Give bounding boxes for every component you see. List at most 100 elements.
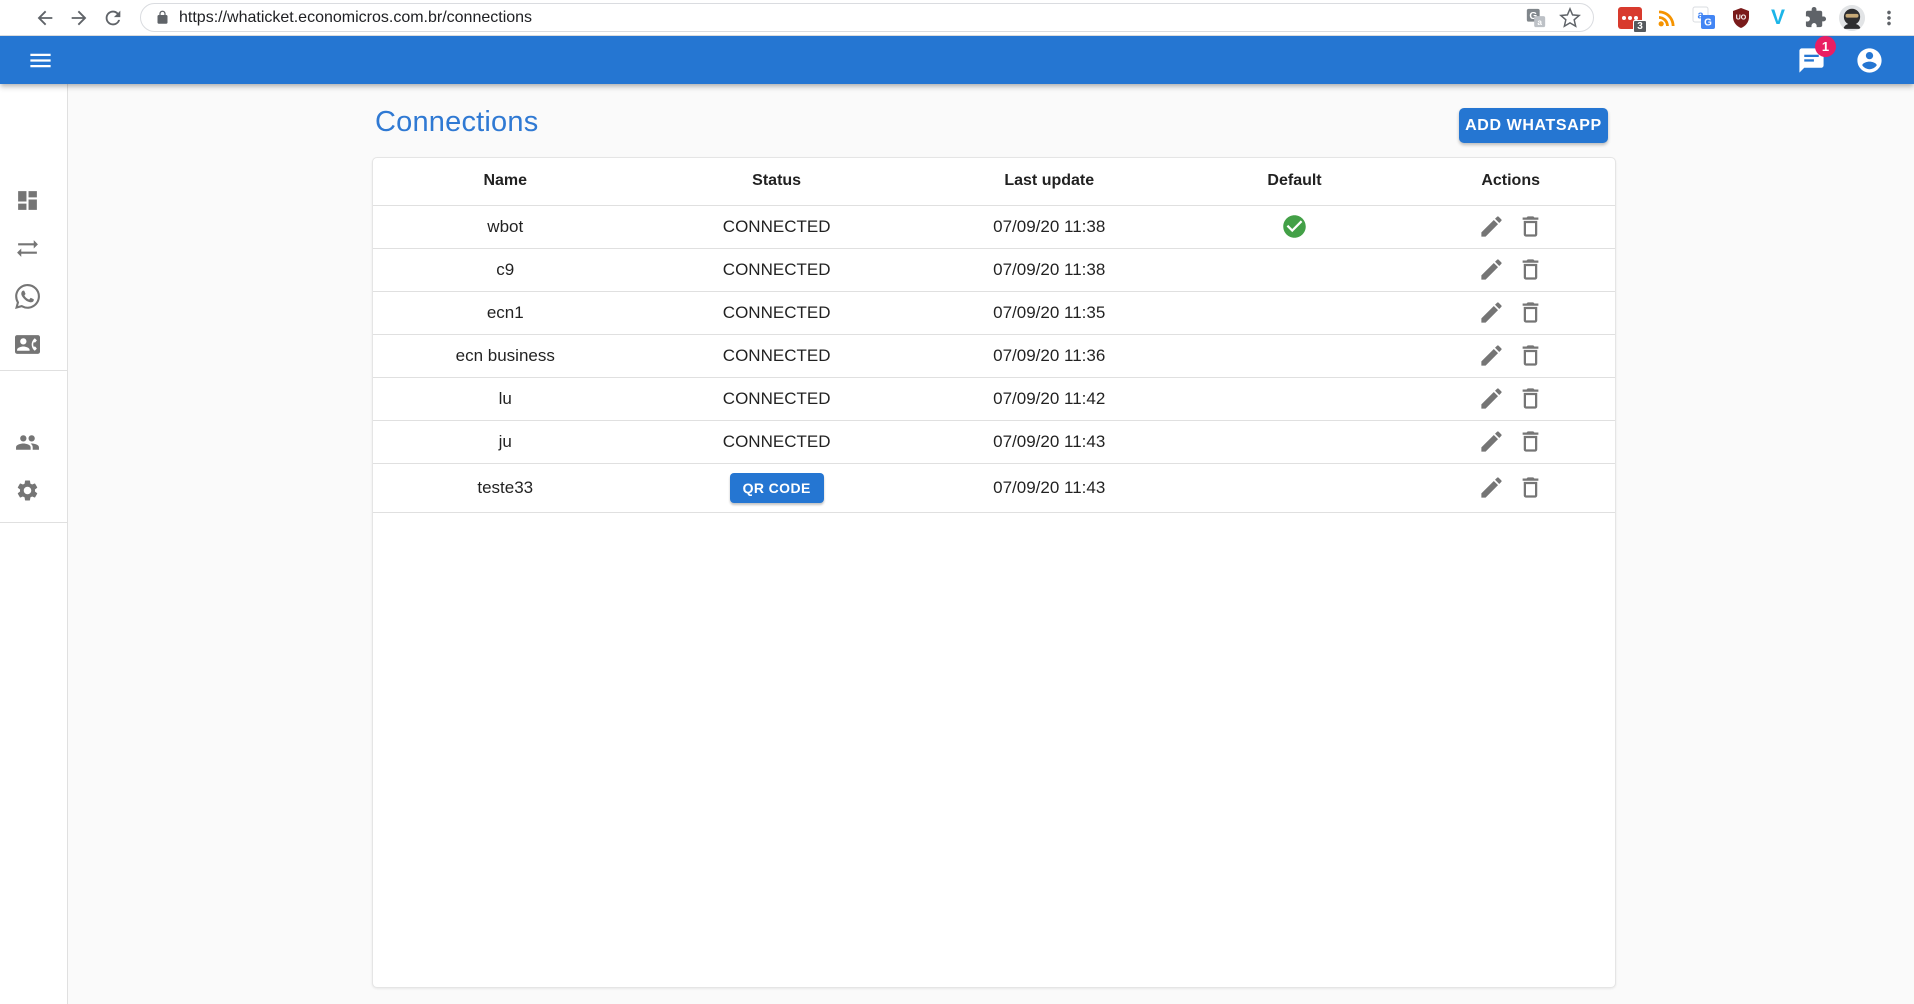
table-row: teste33 QR CODE 07/09/20 11:43 — [373, 463, 1615, 512]
sidebar-item-users[interactable] — [15, 430, 40, 455]
status-text: CONNECTED — [723, 303, 831, 322]
status-text: CONNECTED — [723, 389, 831, 408]
cell-status: CONNECTED — [638, 420, 916, 463]
trash-icon — [1517, 428, 1544, 455]
url-text[interactable]: https://whaticket.economicros.com.br/con… — [179, 9, 1515, 27]
sidebar — [0, 84, 68, 1004]
edit-pencil-icon — [1478, 385, 1505, 412]
delete-button[interactable] — [1513, 425, 1547, 459]
cell-actions — [1406, 420, 1615, 463]
chat-icon[interactable]: 1 — [1794, 43, 1828, 77]
browser-toolbar: https://whaticket.economicros.com.br/con… — [0, 0, 1914, 36]
qr-code-button[interactable]: QR CODE — [730, 473, 824, 503]
notification-badge: 1 — [1815, 36, 1836, 57]
account-circle-icon[interactable] — [1852, 43, 1886, 77]
cell-name: wbot — [373, 205, 638, 248]
people-icon — [15, 430, 40, 455]
address-bar[interactable]: https://whaticket.economicros.com.br/con… — [140, 3, 1594, 32]
cell-default — [1183, 420, 1407, 463]
edit-pencil-icon — [1478, 213, 1505, 240]
table-row: c9 CONNECTED 07/09/20 11:38 — [373, 248, 1615, 291]
sync-arrows-icon — [15, 236, 40, 261]
edit-button[interactable] — [1474, 253, 1508, 287]
cell-name: teste33 — [373, 463, 638, 512]
edit-button[interactable] — [1474, 425, 1508, 459]
edit-pencil-icon — [1478, 428, 1505, 455]
cell-actions — [1406, 205, 1615, 248]
forward-icon[interactable] — [62, 1, 96, 35]
trash-icon — [1517, 213, 1544, 240]
table-row: wbot CONNECTED 07/09/20 11:38 — [373, 205, 1615, 248]
edit-pencil-icon — [1478, 474, 1505, 501]
back-icon[interactable] — [28, 1, 62, 35]
cell-actions — [1406, 463, 1615, 512]
sidebar-item-tickets[interactable] — [15, 284, 40, 309]
profile-avatar[interactable] — [1837, 3, 1867, 33]
connections-table-body: wbot CONNECTED 07/09/20 11:38 c9 CONNECT… — [373, 205, 1615, 512]
edit-button[interactable] — [1474, 210, 1508, 244]
edit-button[interactable] — [1474, 296, 1508, 330]
cell-name: ecn business — [373, 334, 638, 377]
whatsapp-icon — [15, 284, 40, 309]
sidebar-divider — [0, 522, 67, 523]
delete-button[interactable] — [1513, 339, 1547, 373]
bookmark-star-icon[interactable] — [1557, 5, 1583, 31]
edit-button[interactable] — [1474, 471, 1508, 505]
cell-last-update: 07/09/20 11:43 — [916, 420, 1183, 463]
cell-name: c9 — [373, 248, 638, 291]
cell-status: CONNECTED — [638, 205, 916, 248]
table-row: lu CONNECTED 07/09/20 11:42 — [373, 377, 1615, 420]
translate-icon[interactable]: G a — [1523, 5, 1549, 31]
delete-button[interactable] — [1513, 382, 1547, 416]
cell-name: lu — [373, 377, 638, 420]
cell-default — [1183, 377, 1407, 420]
connections-table: Name Status Last update Default Actions … — [373, 158, 1615, 513]
extensions-row: 3 a G UO V — [1608, 3, 1904, 33]
connections-card: Name Status Last update Default Actions … — [372, 157, 1616, 988]
cell-last-update: 07/09/20 11:38 — [916, 248, 1183, 291]
cell-default — [1183, 205, 1407, 248]
cell-last-update: 07/09/20 11:38 — [916, 205, 1183, 248]
table-row: ju CONNECTED 07/09/20 11:43 — [373, 420, 1615, 463]
column-header-status: Status — [638, 158, 916, 205]
cell-default — [1183, 291, 1407, 334]
red-extension-icon[interactable]: 3 — [1615, 3, 1645, 33]
cell-status: CONNECTED — [638, 248, 916, 291]
sidebar-item-contacts[interactable] — [15, 332, 40, 357]
rss-icon[interactable] — [1652, 3, 1682, 33]
ublock-shield-icon[interactable]: UO — [1726, 3, 1756, 33]
delete-button[interactable] — [1513, 253, 1547, 287]
cell-last-update: 07/09/20 11:42 — [916, 377, 1183, 420]
column-header-default: Default — [1183, 158, 1407, 205]
dashboard-icon — [15, 188, 40, 213]
trash-icon — [1517, 256, 1544, 283]
delete-button[interactable] — [1513, 471, 1547, 505]
video-v-icon[interactable]: V — [1763, 3, 1793, 33]
delete-button[interactable] — [1513, 210, 1547, 244]
google-translate-icon[interactable]: a G — [1689, 3, 1719, 33]
cell-status: QR CODE — [638, 463, 916, 512]
sidebar-item-dashboard[interactable] — [15, 188, 40, 213]
cell-actions — [1406, 377, 1615, 420]
puzzle-extensions-icon[interactable] — [1800, 3, 1830, 33]
edit-pencil-icon — [1478, 299, 1505, 326]
sidebar-item-settings[interactable] — [15, 478, 40, 503]
add-whatsapp-button[interactable]: ADD WHATSAPP — [1459, 108, 1608, 143]
delete-button[interactable] — [1513, 296, 1547, 330]
edit-button[interactable] — [1474, 382, 1508, 416]
sidebar-item-connections[interactable] — [15, 236, 40, 261]
edit-pencil-icon — [1478, 342, 1505, 369]
extension-badge: 3 — [1633, 20, 1647, 33]
browser-menu-dots-icon[interactable] — [1874, 3, 1904, 33]
cell-default — [1183, 248, 1407, 291]
menu-hamburger-icon[interactable] — [20, 40, 60, 80]
table-header-row: Name Status Last update Default Actions — [373, 158, 1615, 205]
reload-icon[interactable] — [96, 1, 130, 35]
cell-name: ecn1 — [373, 291, 638, 334]
edit-pencil-icon — [1478, 256, 1505, 283]
contact-phone-icon — [15, 332, 40, 357]
status-text: CONNECTED — [723, 260, 831, 279]
trash-icon — [1517, 342, 1544, 369]
edit-button[interactable] — [1474, 339, 1508, 373]
svg-text:G: G — [1704, 17, 1712, 28]
